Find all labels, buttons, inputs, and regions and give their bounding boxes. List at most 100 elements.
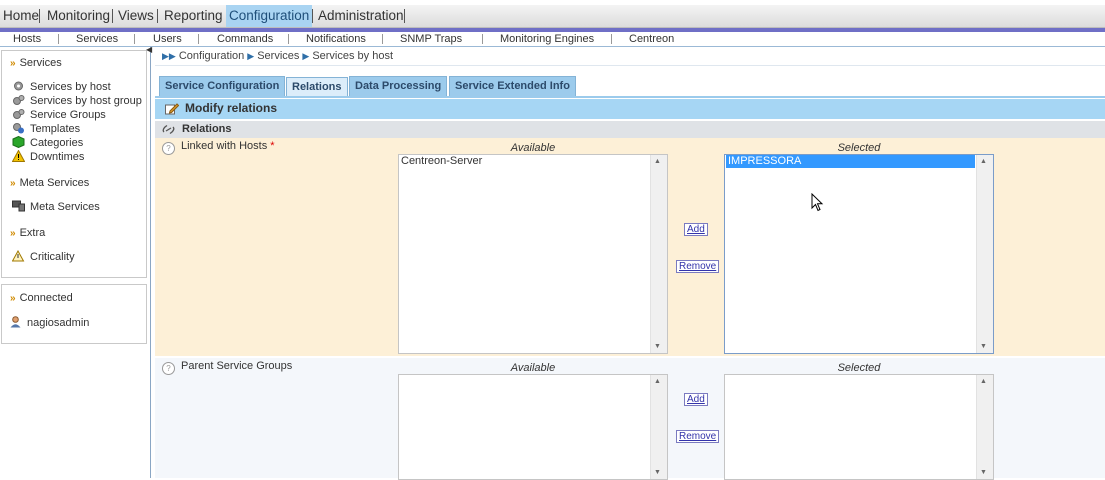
menu-views[interactable]: Views — [115, 5, 157, 27]
sidebar-heading-services: » Services — [10, 57, 62, 69]
collapse-sidebar-icon[interactable]: ◀ — [146, 45, 152, 54]
submenu-separator — [611, 34, 612, 44]
tab-service-extended-info[interactable]: Service Extended Info — [449, 76, 576, 97]
parent-service-groups-label: Parent Service Groups — [181, 360, 293, 372]
menu-home[interactable]: Home — [0, 5, 42, 27]
submenu-notifications[interactable]: Notifications — [306, 33, 366, 46]
linked-hosts-selected-list[interactable]: IMPRESSORA ▲ ▼ — [724, 154, 994, 354]
gears-icon — [13, 109, 25, 119]
linked-hosts-label: Linked with Hosts * — [181, 140, 275, 152]
scroll-down-icon[interactable]: ▼ — [654, 469, 661, 476]
sidebar-item-downtimes[interactable]: Downtimes — [12, 150, 84, 163]
parent-groups-available-list[interactable]: ▲ ▼ — [398, 374, 668, 480]
scrollbar[interactable]: ▲ ▼ — [976, 375, 993, 479]
sidebar-item-services-by-host[interactable]: Services by host — [12, 80, 111, 93]
form-header: Modify relations — [155, 99, 1105, 119]
sidebar-item-categories[interactable]: Categories — [12, 136, 83, 149]
list-item-selected[interactable]: IMPRESSORA — [726, 155, 975, 168]
sidebar-item-templates[interactable]: Templates — [12, 122, 80, 135]
menu-separator — [112, 9, 113, 23]
gear-icon — [14, 81, 23, 91]
required-mark: * — [270, 140, 275, 152]
chevron-right-icon: » — [10, 58, 16, 69]
selected-title: Selected — [837, 362, 881, 374]
scroll-down-icon[interactable]: ▼ — [980, 343, 987, 350]
tab-underline — [155, 96, 1105, 98]
tab-relations[interactable]: Relations — [286, 77, 348, 98]
submenu-services[interactable]: Services — [76, 33, 118, 46]
parent-service-groups-row: ? Parent Service Groups Available Select… — [155, 358, 1105, 480]
linked-hosts-row: ? Linked with Hosts * Available Selected… — [155, 138, 1105, 356]
sidebar-item-meta-services[interactable]: Meta Services — [12, 200, 100, 213]
gears-icon — [13, 95, 25, 105]
list-item[interactable]: Centreon-Server — [399, 155, 667, 168]
scrollbar[interactable]: ▲ ▼ — [650, 375, 667, 479]
green-box-icon — [12, 136, 25, 148]
scroll-up-icon[interactable]: ▲ — [980, 158, 987, 165]
connected-user[interactable]: nagiosadmin — [9, 316, 89, 329]
submenu-separator — [382, 34, 383, 44]
add-host-button[interactable]: Add — [684, 223, 708, 236]
menu-configuration[interactable]: Configuration — [226, 5, 313, 27]
sidebar-heading-meta-services: » Meta Services — [10, 177, 90, 189]
scroll-up-icon[interactable]: ▲ — [654, 158, 661, 165]
remove-group-button[interactable]: Remove — [676, 430, 720, 443]
scrollbar[interactable]: ▲ ▼ — [976, 155, 993, 353]
menu-separator — [157, 9, 158, 23]
menu-reporting[interactable]: Reporting — [161, 5, 226, 27]
scroll-up-icon[interactable]: ▲ — [980, 378, 987, 385]
remove-host-button[interactable]: Remove — [676, 260, 720, 273]
tab-service-configuration[interactable]: Service Configuration — [159, 76, 286, 97]
submenu-commands[interactable]: Commands — [217, 33, 273, 46]
menu-separator — [312, 9, 313, 23]
submenu-separator — [198, 34, 199, 44]
scrollbar[interactable]: ▲ ▼ — [650, 155, 667, 353]
sidebar-item-services-by-host-group[interactable]: Services by host group — [12, 94, 142, 107]
breadcrumb-underline — [155, 65, 1105, 66]
sidebar-item-criticality[interactable]: Criticality — [12, 250, 75, 263]
menu-separator — [39, 9, 40, 23]
tab-data-processing[interactable]: Data Processing — [349, 76, 448, 97]
chevron-right-icon: » — [10, 228, 16, 239]
connected-heading: » Connected — [10, 292, 73, 304]
submenu-hosts[interactable]: Hosts — [13, 33, 41, 46]
arrow-right-icon: ▶ — [302, 51, 310, 61]
available-title: Available — [510, 362, 556, 374]
submenu-monitoring-engines[interactable]: Monitoring Engines — [500, 33, 594, 46]
breadcrumb-services-by-host[interactable]: Services by host — [312, 50, 393, 62]
top-menu-bar: Home Monitoring Views Reporting Configur… — [0, 5, 1105, 28]
submenu-separator — [58, 34, 59, 44]
menu-separator — [404, 9, 405, 23]
menu-monitoring[interactable]: Monitoring — [44, 5, 113, 27]
submenu-users[interactable]: Users — [153, 33, 182, 46]
form-title: Modify relations — [185, 101, 278, 115]
sidebar-item-service-groups[interactable]: Service Groups — [12, 108, 106, 121]
available-title: Available — [510, 142, 556, 154]
edit-form-icon — [165, 103, 179, 115]
connected-panel: » Connected nagiosadmin — [1, 284, 147, 344]
breadcrumb: ▶▶ Configuration ▶ Services ▶ Services by hos… — [162, 50, 393, 62]
sub-menu-bar: Hosts Services Users Commands Notificati… — [0, 33, 1105, 46]
accent-bar — [0, 28, 1105, 32]
user-icon — [10, 316, 21, 328]
linked-hosts-available-list[interactable]: Centreon-Server ▲ ▼ — [398, 154, 668, 354]
scroll-up-icon[interactable]: ▲ — [654, 378, 661, 385]
scroll-down-icon[interactable]: ▼ — [654, 343, 661, 350]
breadcrumb-configuration[interactable]: Configuration — [179, 50, 244, 62]
sidebar-divider — [150, 47, 151, 478]
submenu-separator — [482, 34, 483, 44]
submenu-centreon[interactable]: Centreon — [629, 33, 674, 46]
warning-icon — [12, 150, 25, 162]
submenu-snmp-traps[interactable]: SNMP Traps — [400, 33, 462, 46]
menu-administration[interactable]: Administration — [315, 5, 407, 27]
link-icon — [162, 124, 175, 135]
add-group-button[interactable]: Add — [684, 393, 708, 406]
help-icon[interactable]: ? — [162, 362, 175, 375]
breadcrumb-services[interactable]: Services — [257, 50, 299, 62]
scroll-down-icon[interactable]: ▼ — [980, 469, 987, 476]
parent-groups-selected-list[interactable]: ▲ ▼ — [724, 374, 994, 480]
computer-icon — [12, 200, 25, 212]
help-icon[interactable]: ? — [162, 142, 175, 155]
chevron-right-icon: » — [10, 178, 16, 189]
selected-title: Selected — [837, 142, 881, 154]
